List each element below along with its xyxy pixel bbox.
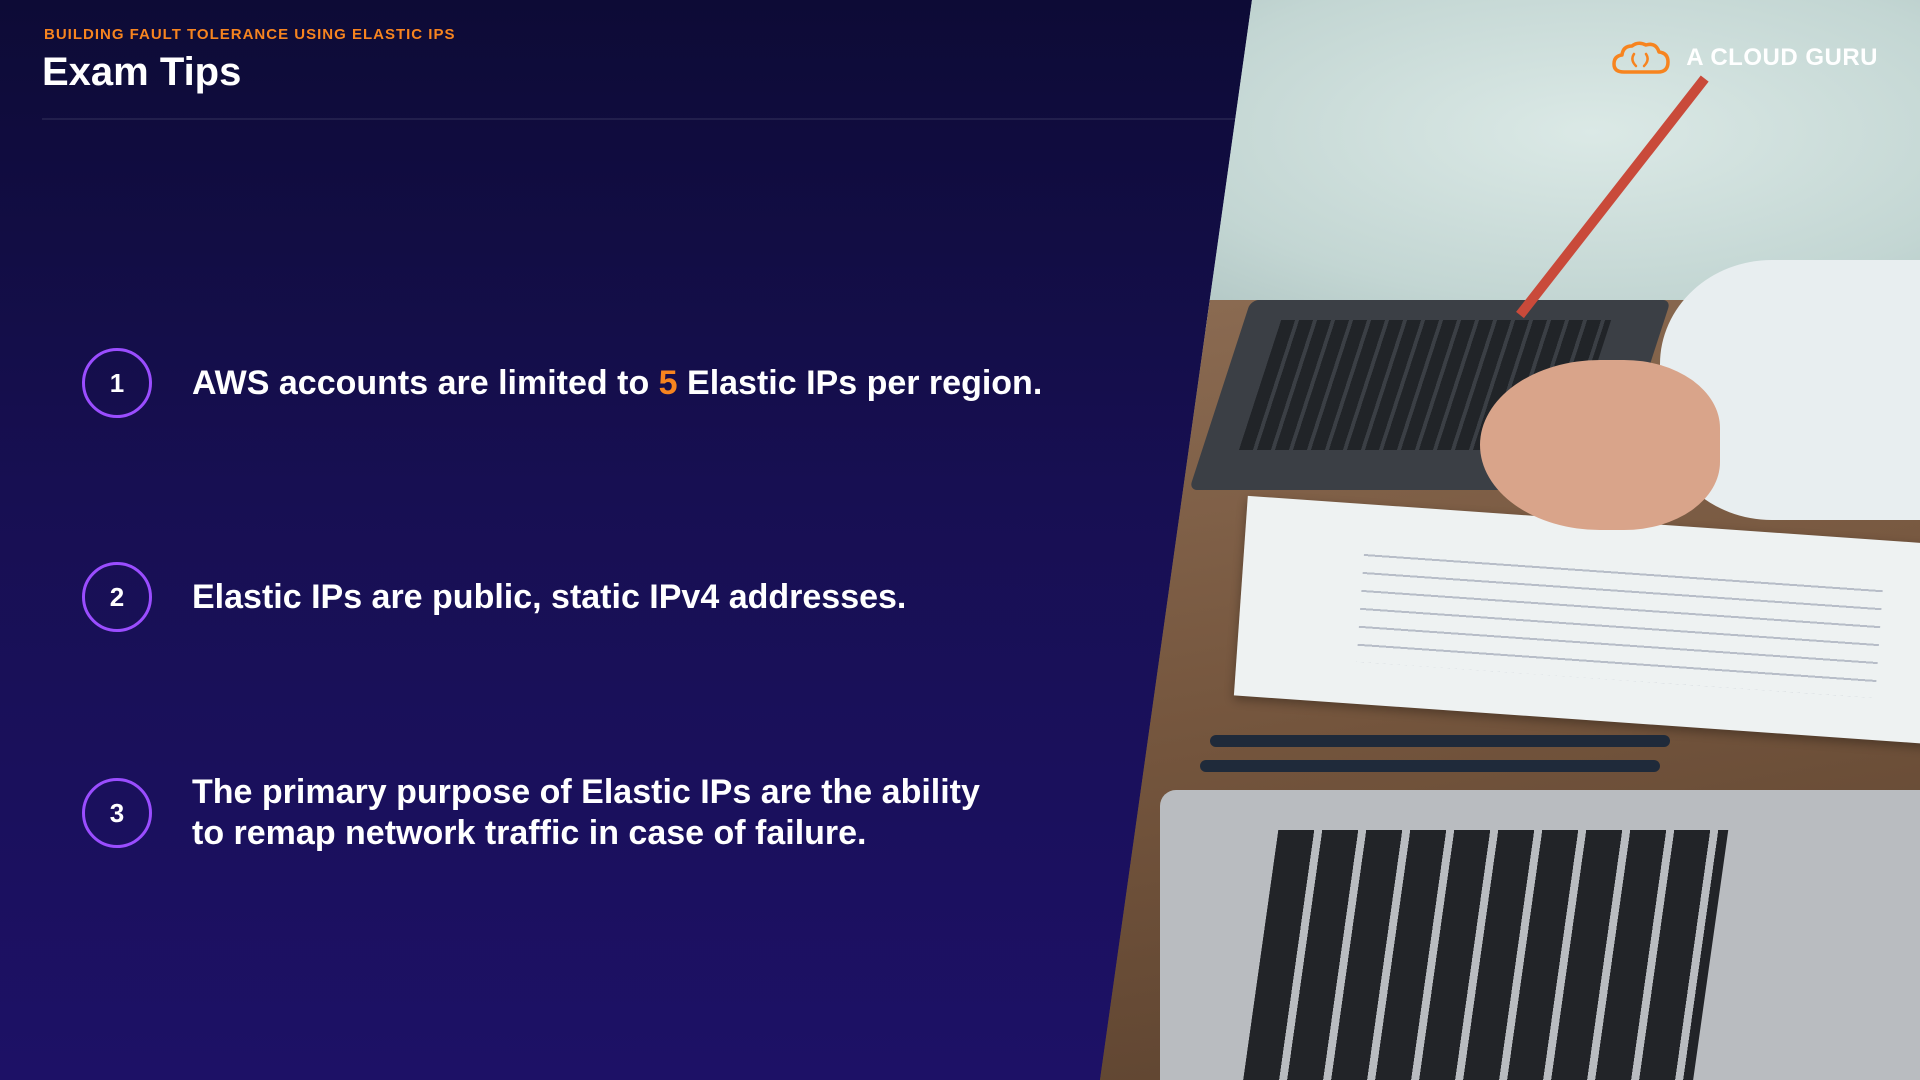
section-subtitle: BUILDING FAULT TOLERANCE USING ELASTIC I… xyxy=(44,26,456,43)
photo-pen xyxy=(1210,735,1670,747)
tip-text-end: Elastic IPs per region. xyxy=(677,363,1043,402)
tip-text: AWS accounts are limited to 5 Elastic IP… xyxy=(192,363,1042,404)
slide: BUILDING FAULT TOLERANCE USING ELASTIC I… xyxy=(0,0,1920,1080)
tip-number-badge: 1 xyxy=(82,348,152,418)
cloud-icon xyxy=(1612,41,1670,74)
tip-text-line-1: The primary purpose of Elastic IPs are t… xyxy=(192,773,980,811)
tip-text: The primary purpose of Elastic IPs are t… xyxy=(192,772,980,854)
tip-item-2: 2 Elastic IPs are public, static IPv4 ad… xyxy=(82,562,906,632)
tip-text-start: AWS accounts are limited to xyxy=(192,363,659,402)
desk-photo xyxy=(1100,0,1920,1080)
photo-laptop-front-keys xyxy=(1241,830,1729,1080)
tip-item-3: 3 The primary purpose of Elastic IPs are… xyxy=(82,772,980,854)
tip-number-badge: 2 xyxy=(82,562,152,632)
header-divider xyxy=(42,118,1242,120)
tip-number-badge: 3 xyxy=(82,778,152,848)
page-title: Exam Tips xyxy=(42,50,242,94)
photo-pen xyxy=(1200,760,1660,772)
tip-text-line-2: to remap network traffic in case of fail… xyxy=(192,814,867,852)
brand-name: A CLOUD GURU xyxy=(1686,44,1878,71)
photo-hand xyxy=(1480,360,1720,530)
tip-highlight: 5 xyxy=(658,363,678,402)
brand-logo: A CLOUD GURU xyxy=(1610,38,1878,78)
tip-text: Elastic IPs are public, static IPv4 addr… xyxy=(192,577,907,616)
tip-item-1: 1 AWS accounts are limited to 5 Elastic … xyxy=(82,348,1042,418)
